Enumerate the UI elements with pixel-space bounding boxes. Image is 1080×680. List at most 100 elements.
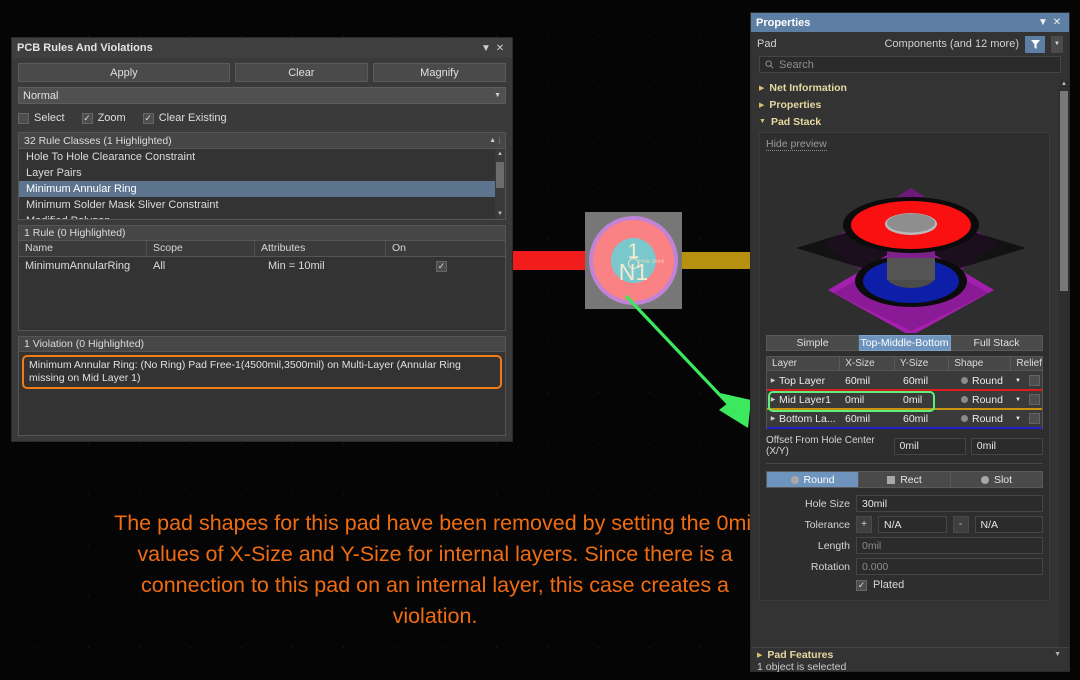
tab-top-middle-bottom[interactable]: Top-Middle-Bottom <box>859 335 951 351</box>
section-net-information[interactable]: ▶ Net Information <box>759 79 1050 96</box>
rules-table-body: MinimumAnnularRing All Min = 10mil ✓ <box>18 257 506 331</box>
hole-shape-round[interactable]: Round <box>766 471 859 488</box>
display-mode-combo[interactable]: Normal ▼ <box>18 87 506 104</box>
layer-y-size[interactable]: 60mil <box>903 375 961 387</box>
close-icon[interactable]: ✕ <box>493 43 507 54</box>
layer-x-size[interactable]: 0mil <box>845 394 903 406</box>
filter-icon[interactable] <box>1025 36 1045 53</box>
rules-count-label: 1 Rule (0 Highlighted) <box>24 227 126 239</box>
tab-full-stack[interactable]: Full Stack <box>951 335 1043 351</box>
clear-button[interactable]: Clear <box>235 63 368 82</box>
chevron-down-icon[interactable]: ▼ <box>1054 651 1061 658</box>
tolerance-minus-field[interactable]: N/A <box>975 516 1044 533</box>
column-name[interactable]: Name <box>19 241 147 256</box>
scroll-up-icon[interactable]: ▲ <box>495 149 505 159</box>
column-on[interactable]: On <box>386 241 505 256</box>
properties-panel: Properties ▼ ✕ Pad Components (and 12 mo… <box>750 12 1070 672</box>
chevron-down-icon[interactable]: ▼ <box>1036 17 1050 28</box>
rule-class-item-selected[interactable]: Minimum Annular Ring <box>19 181 505 197</box>
plated-checkbox[interactable]: ✓ <box>856 580 867 591</box>
select-checkbox[interactable] <box>18 113 29 124</box>
clear-existing-label: Clear Existing <box>159 112 227 124</box>
rule-classes-scrollbar[interactable]: ▲ ▼ <box>495 149 505 219</box>
violations-count-label: 1 Violation (0 Highlighted) <box>24 338 144 350</box>
relief-checkbox[interactable] <box>1029 375 1040 386</box>
column-relief: Relief <box>1011 357 1042 370</box>
hole-shape-slot[interactable]: Slot <box>951 471 1043 488</box>
layer-shape-select[interactable]: Round ▼ <box>961 394 1027 406</box>
scrollbar-thumb[interactable] <box>496 162 504 188</box>
column-scope[interactable]: Scope <box>147 241 255 256</box>
layer-x-size[interactable]: 60mil <box>845 413 903 425</box>
layer-shape-select[interactable]: Round ▼ <box>961 375 1027 387</box>
table-row-highlighted[interactable]: ▶ Mid Layer1 0mil 0mil Round ▼ <box>767 390 1042 409</box>
table-row[interactable]: ▶ Bottom La... 60mil 60mil Round ▼ <box>767 409 1042 428</box>
chevron-down-icon[interactable]: ▼ <box>479 43 493 54</box>
section-pad-stack[interactable]: ▼ Pad Stack <box>759 113 1050 130</box>
pcb-rules-and-violations-panel: PCB Rules And Violations ▼ ✕ Apply Clear… <box>11 37 513 442</box>
scrollbar-thumb[interactable] <box>1060 91 1068 291</box>
layer-y-size[interactable]: 60mil <box>903 413 961 425</box>
layer-name: Mid Layer1 <box>779 394 845 406</box>
apply-button[interactable]: Apply <box>18 63 230 82</box>
chevron-right-icon[interactable]: ▶ <box>767 396 779 403</box>
rules-panel-titlebar: PCB Rules And Violations ▼ ✕ <box>12 38 512 58</box>
layer-x-size[interactable]: 60mil <box>845 375 903 387</box>
hide-preview-link[interactable]: Hide preview <box>766 138 827 151</box>
tolerance-plus-field[interactable]: N/A <box>878 516 947 533</box>
layer-shape-select[interactable]: Round ▼ <box>961 413 1027 425</box>
hole-size-field[interactable]: 30mil <box>856 495 1043 512</box>
offset-x-field[interactable]: 0mil <box>894 438 966 455</box>
object-scope-label[interactable]: Components (and 12 more) <box>884 38 1019 50</box>
layer-y-size[interactable]: 0mil <box>903 394 961 406</box>
table-row[interactable]: MinimumAnnularRing All Min = 10mil ✓ <box>19 257 505 275</box>
pad-stack-view-tabs: Simple Top-Middle-Bottom Full Stack <box>766 335 1043 351</box>
pad-stack-3d-preview[interactable] <box>766 153 1043 333</box>
rule-enabled-checkbox[interactable]: ✓ <box>436 261 447 272</box>
rotation-field[interactable]: 0.000 <box>856 558 1043 575</box>
relief-checkbox[interactable] <box>1029 413 1040 424</box>
rule-class-item[interactable]: Minimum Solder Mask Sliver Constraint <box>19 197 505 213</box>
layer-name: Bottom La... <box>779 413 845 425</box>
offset-y-field[interactable]: 0mil <box>971 438 1043 455</box>
table-row[interactable]: ▶ Top Layer 60mil 60mil Round ▼ <box>767 371 1042 390</box>
rule-class-item[interactable]: Modified Polygon <box>19 213 505 220</box>
scroll-down-icon[interactable]: ▼ <box>495 209 505 219</box>
violations-header: 1 Violation (0 Highlighted) <box>18 336 506 352</box>
round-shape-icon <box>961 396 968 403</box>
card-divider <box>766 463 1043 464</box>
column-attributes[interactable]: Attributes <box>255 241 386 256</box>
tolerance-minus-sign: - <box>953 516 969 533</box>
magnify-button[interactable]: Magnify <box>373 63 506 82</box>
section-pad-features[interactable]: ▶ Pad Features <box>757 649 1063 661</box>
violation-item[interactable]: Minimum Annular Ring: (No Ring) Pad Free… <box>22 355 502 389</box>
chevron-down-icon[interactable]: ▼ <box>1051 36 1063 53</box>
rule-classes-list[interactable]: Hole To Hole Clearance Constraint Layer … <box>18 148 506 220</box>
relief-checkbox[interactable] <box>1029 394 1040 405</box>
clear-existing-checkbox[interactable]: ✓ <box>143 113 154 124</box>
rule-attributes: Min = 10mil <box>255 260 386 272</box>
annotation-arrow <box>620 290 760 435</box>
layer-shape-value: Round <box>972 394 1003 406</box>
plated-label: Plated <box>873 579 904 591</box>
search-icon <box>765 60 774 69</box>
sort-ascending-icon[interactable]: ▲ <box>489 137 500 144</box>
close-icon[interactable]: ✕ <box>1050 17 1064 28</box>
properties-footer: ▶ Pad Features 1 object is selected ▼ <box>751 647 1069 671</box>
rule-classes-header-label: 32 Rule Classes (1 Highlighted) <box>24 135 172 147</box>
chevron-right-icon[interactable]: ▶ <box>767 377 779 384</box>
length-field[interactable]: 0mil <box>856 537 1043 554</box>
hole-shape-tabs: Round Rect Slot <box>766 471 1043 488</box>
scroll-up-icon[interactable]: ▲ <box>1059 79 1069 89</box>
rule-class-item[interactable]: Layer Pairs <box>19 165 505 181</box>
search-input[interactable]: Search <box>759 56 1061 73</box>
violations-list[interactable]: Minimum Annular Ring: (No Ring) Pad Free… <box>18 352 506 436</box>
section-properties[interactable]: ▶ Properties <box>759 96 1050 113</box>
chevron-right-icon[interactable]: ▶ <box>767 415 779 422</box>
zoom-checkbox[interactable]: ✓ <box>82 113 93 124</box>
properties-scrollbar[interactable]: ▲ <box>1059 79 1069 647</box>
hole-shape-rect[interactable]: Rect <box>859 471 951 488</box>
section-label: Properties <box>769 99 821 111</box>
tab-simple[interactable]: Simple <box>766 335 859 351</box>
rule-class-item[interactable]: Hole To Hole Clearance Constraint <box>19 149 505 165</box>
